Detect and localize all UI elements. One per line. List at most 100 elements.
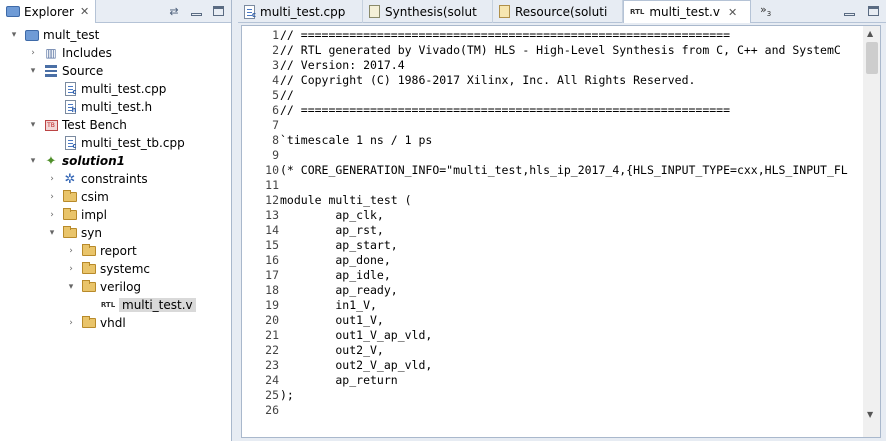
expand-toggle-icon[interactable]: ▾	[27, 152, 39, 170]
line-text: ap_return	[280, 373, 398, 387]
expand-toggle-icon[interactable]: ›	[46, 188, 58, 206]
tab-explorer[interactable]: Explorer ✕	[0, 0, 96, 23]
tree-item-label: verilog	[100, 280, 142, 294]
tree-item-label: systemc	[100, 262, 150, 276]
line-number: 10	[265, 163, 279, 177]
line-number: 3	[272, 58, 279, 72]
tree-item-label: constraints	[81, 172, 148, 186]
line-number: 22	[265, 343, 279, 357]
tree-item[interactable]: › report	[0, 242, 231, 260]
tab-label: Synthesis(solut	[385, 4, 477, 19]
tab-multi-test-v[interactable]: RTL multi_test.v ✕	[623, 0, 751, 23]
code-lines: 1// ====================================…	[242, 28, 862, 418]
tab-resource-report[interactable]: Resource(soluti	[493, 0, 623, 23]
rtl-file-icon: RTL	[630, 8, 645, 16]
code-line: 8 `timescale 1 ns / 1 ps	[242, 133, 862, 148]
scroll-up-icon[interactable]: ▲	[867, 29, 873, 38]
code-editor[interactable]: 1// ====================================…	[241, 25, 881, 438]
line-text: // Version: 2017.4	[280, 58, 405, 72]
tree-item-label: report	[100, 244, 137, 258]
scroll-thumb[interactable]	[866, 42, 878, 74]
tree-item[interactable]: ▾ Source	[0, 62, 231, 80]
tree-item[interactable]: ▾ mult_test	[0, 26, 231, 44]
link-with-editor-icon[interactable]: ⇄	[167, 4, 181, 18]
expand-toggle-icon[interactable]: ›	[46, 170, 58, 188]
code-line: 6// ====================================…	[242, 103, 862, 118]
code-line: 7	[242, 118, 862, 133]
expand-toggle-icon[interactable]: ›	[65, 260, 77, 278]
code-line: 12 module multi_test (	[242, 193, 862, 208]
code-line: 19 in1_V,	[242, 298, 862, 313]
tree-item[interactable]: ▾ verilog	[0, 278, 231, 296]
maximize-icon[interactable]	[211, 4, 225, 18]
expand-toggle-icon[interactable]: ›	[65, 242, 77, 260]
expand-toggle-icon[interactable]: ▾	[46, 224, 58, 242]
expand-toggle-icon[interactable]: ›	[65, 314, 77, 332]
line-text: );	[280, 388, 294, 402]
more-tabs-label: »	[760, 3, 767, 16]
project-icon	[24, 27, 40, 43]
maximize-icon[interactable]	[866, 4, 880, 18]
tree-item[interactable]: c multi_test_tb.cpp	[0, 134, 231, 152]
tree-item[interactable]: › systemc	[0, 260, 231, 278]
tree-item[interactable]: › ✲ constraints	[0, 170, 231, 188]
more-tabs-button[interactable]: »3	[760, 3, 771, 18]
line-text: ap_done,	[280, 253, 391, 267]
minimize-icon[interactable]	[189, 4, 203, 18]
code-line: 16 ap_done,	[242, 253, 862, 268]
vertical-scrollbar[interactable]: ▲ ▼	[863, 26, 880, 437]
line-number: 2	[272, 43, 279, 57]
tree-item[interactable]: c multi_test.cpp	[0, 80, 231, 98]
project-explorer-icon	[6, 6, 20, 17]
expand-toggle-icon[interactable]: ▾	[27, 62, 39, 80]
tab-synthesis-report[interactable]: Synthesis(solut	[363, 0, 493, 23]
line-text: // RTL generated by Vivado(TM) HLS - Hig…	[280, 43, 841, 57]
line-number: 26	[265, 403, 279, 417]
expand-toggle-icon[interactable]: ›	[46, 206, 58, 224]
expand-toggle-icon[interactable]: ▾	[65, 278, 77, 296]
tree-item[interactable]: h multi_test.h	[0, 98, 231, 116]
folder-icon	[62, 189, 78, 205]
folder-icon	[62, 207, 78, 223]
line-number: 20	[265, 313, 279, 327]
line-text: // Copyright (C) 1986-2017 Xilinx, Inc. …	[280, 73, 696, 87]
resource-icon	[499, 5, 510, 18]
close-icon[interactable]: ✕	[728, 6, 737, 19]
expand-toggle-icon[interactable]: ▾	[27, 116, 39, 134]
tree-item[interactable]: ▾ ✦ solution1	[0, 152, 231, 170]
tree-item[interactable]: › csim	[0, 188, 231, 206]
editor-panel: c multi_test.cpp Synthesis(solut Resourc…	[238, 0, 886, 441]
line-number: 1	[272, 28, 279, 42]
tree-item[interactable]: › vhdl	[0, 314, 231, 332]
minimize-icon[interactable]	[842, 4, 856, 18]
tab-multi-test-cpp[interactable]: c multi_test.cpp	[238, 0, 363, 23]
expand-toggle-icon[interactable]: ›	[27, 44, 39, 62]
close-icon[interactable]: ✕	[80, 5, 89, 18]
tree-item-label: multi_test.h	[81, 100, 153, 114]
tree-item-label: syn	[81, 226, 102, 240]
line-text: //	[280, 88, 294, 102]
code-line: 20 out1_V,	[242, 313, 862, 328]
tree-item[interactable]: › impl	[0, 206, 231, 224]
line-number: 8	[272, 133, 279, 147]
scroll-down-icon[interactable]: ▼	[867, 410, 873, 419]
tree-item[interactable]: ▾ TB Test Bench	[0, 116, 231, 134]
explorer-tab-label: Explorer	[24, 4, 74, 19]
folder-icon	[81, 243, 97, 259]
testbench-icon: TB	[43, 117, 59, 133]
code-line: 11	[242, 178, 862, 193]
tree-item[interactable]: RTL multi_test.v	[0, 296, 231, 314]
line-text: `timescale 1 ns / 1 ps	[280, 133, 433, 147]
code-line: 1// ====================================…	[242, 28, 862, 43]
line-number: 21	[265, 328, 279, 342]
tree-item[interactable]: ▾ syn	[0, 224, 231, 242]
editor-tabbar: c multi_test.cpp Synthesis(solut Resourc…	[238, 0, 886, 23]
cpp-file-icon: c	[244, 4, 256, 19]
code-line: 15 ap_start,	[242, 238, 862, 253]
line-text: out2_V_ap_vld,	[280, 358, 433, 372]
tree-item[interactable]: › ▥ Includes	[0, 44, 231, 62]
expand-toggle-icon[interactable]: ▾	[8, 26, 20, 44]
